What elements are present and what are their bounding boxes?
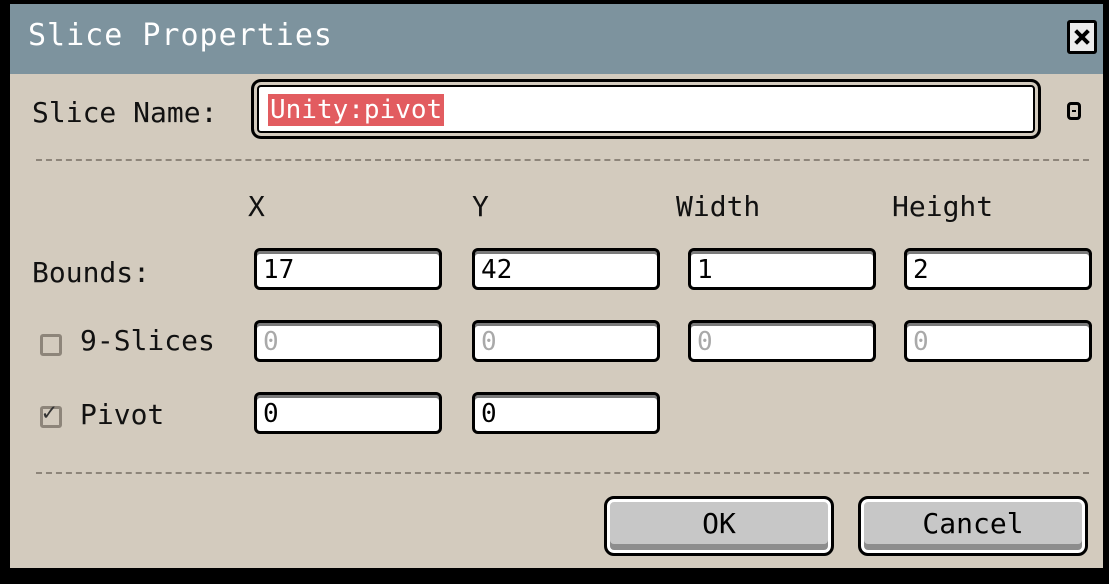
nine-slices-y-value: 0 bbox=[481, 327, 497, 357]
check-icon: ✓ bbox=[42, 398, 57, 426]
nine-slices-height-value: 0 bbox=[913, 327, 929, 357]
cancel-button[interactable]: Cancel bbox=[858, 496, 1088, 556]
slice-name-value: Unity:pivot bbox=[268, 94, 445, 126]
nine-slices-width-value: 0 bbox=[697, 327, 713, 357]
nine-slices-label[interactable]: 9-Slices bbox=[80, 324, 215, 357]
column-height-label: Height bbox=[892, 190, 994, 223]
bounds-label: Bounds: bbox=[32, 256, 151, 289]
column-width-label: Width bbox=[676, 190, 761, 223]
options-menu-icon[interactable] bbox=[1067, 102, 1081, 120]
bounds-y-input[interactable]: 42 bbox=[472, 248, 660, 290]
ok-button[interactable]: OK bbox=[604, 496, 834, 556]
bounds-x-value: 17 bbox=[263, 255, 295, 285]
title-bar[interactable]: Slice Properties bbox=[10, 4, 1103, 74]
dialog-title: Slice Properties bbox=[28, 18, 333, 53]
slice-properties-dialog: Slice Properties Slice Name: Unity:pivot… bbox=[4, 4, 1103, 576]
bounds-y-value: 42 bbox=[481, 255, 513, 285]
nine-slices-x-value: 0 bbox=[263, 327, 279, 357]
bounds-height-value: 2 bbox=[913, 255, 929, 285]
separator-top bbox=[36, 159, 1089, 161]
bounds-height-input[interactable]: 2 bbox=[904, 248, 1092, 290]
nine-slices-height-input: 0 bbox=[904, 320, 1092, 362]
pivot-x-input[interactable]: 0 bbox=[254, 392, 442, 434]
slice-name-label: Slice Name: bbox=[32, 96, 218, 129]
nine-slices-y-input: 0 bbox=[472, 320, 660, 362]
pivot-y-input[interactable]: 0 bbox=[472, 392, 660, 434]
close-icon[interactable] bbox=[1067, 20, 1097, 54]
pivot-x-value: 0 bbox=[263, 399, 279, 429]
separator-bottom bbox=[36, 472, 1089, 474]
bounds-x-input[interactable]: 17 bbox=[254, 248, 442, 290]
bounds-width-value: 1 bbox=[697, 255, 713, 285]
pivot-y-value: 0 bbox=[481, 399, 497, 429]
nine-slices-checkbox[interactable] bbox=[40, 334, 62, 356]
slice-name-input[interactable]: Unity:pivot bbox=[251, 79, 1041, 139]
pivot-label[interactable]: Pivot bbox=[80, 398, 164, 431]
bounds-width-input[interactable]: 1 bbox=[688, 248, 876, 290]
nine-slices-width-input: 0 bbox=[688, 320, 876, 362]
column-x-label: X bbox=[248, 190, 265, 223]
column-y-label: Y bbox=[472, 190, 489, 223]
nine-slices-x-input: 0 bbox=[254, 320, 442, 362]
